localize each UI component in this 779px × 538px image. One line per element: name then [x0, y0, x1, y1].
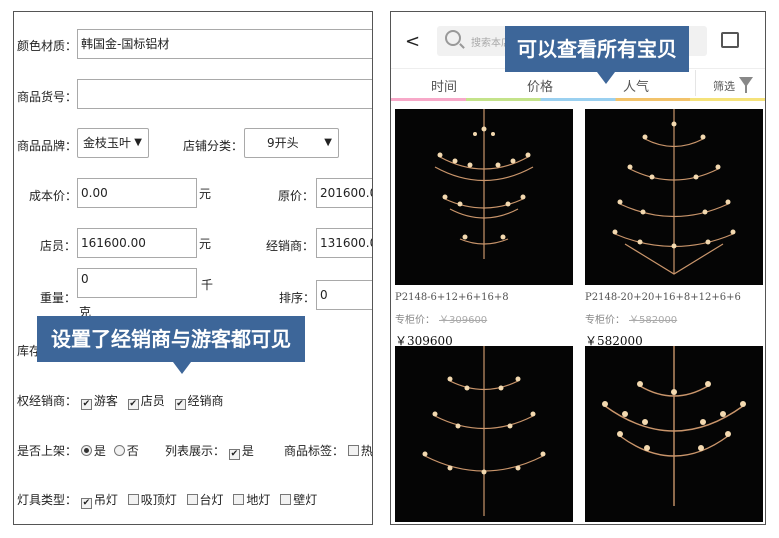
product-sku: P2148-20+20+16+8+12+6+6 — [585, 292, 741, 303]
weight-input[interactable]: 0 — [77, 268, 197, 298]
product-image[interactable] — [395, 346, 573, 522]
sort-label: 排序： — [279, 291, 316, 305]
list-display-row: 列表展示： ✔ 是 — [165, 442, 254, 460]
checkbox-unchecked-icon[interactable] — [233, 494, 245, 505]
clerk-price-input[interactable]: 161600.00 — [77, 228, 197, 258]
checkbox-checked-icon[interactable]: ✔ — [80, 399, 92, 410]
chandelier-image — [602, 346, 746, 506]
product-card[interactable]: P2148-6+12+6+16+8 专柜价： ￥309600 ￥309600 — [395, 109, 573, 349]
weight-label: 重量： — [40, 291, 77, 305]
product-tag-value: 热卖 — [360, 444, 373, 458]
product-card[interactable]: P2148-20+20+16+8+12+6+6 专柜价： ￥582000 ￥582… — [585, 109, 763, 349]
lamp-type-ceiling[interactable]: 吸顶灯 — [127, 493, 177, 507]
dealer-price-label: 经销商： — [266, 239, 315, 253]
counter-price: 专柜价： ￥309600 — [395, 315, 488, 326]
lamp-type-row: 灯具类型： ✔ 吊灯 吸顶灯 台灯 地灯 壁灯 — [17, 491, 323, 509]
permission-row: 权经销商： ✔ 游客 ✔ 店员 ✔ 经销商 — [17, 392, 230, 410]
sort-input[interactable]: 0 — [316, 280, 372, 310]
radio-unselected-icon[interactable] — [113, 445, 125, 456]
on-shelf-yes: 是 — [93, 444, 106, 458]
shop-category-select-value: 9开头 — [267, 136, 299, 150]
tab-underline — [391, 98, 765, 101]
chandelier-image — [422, 346, 546, 516]
lamp-type-floor[interactable]: 地灯 — [233, 493, 270, 507]
dealer-price-input[interactable]: 131600.00 — [316, 228, 372, 258]
cost-price-label: 成本价： — [29, 189, 78, 203]
tab-price[interactable]: 价格 — [527, 76, 553, 95]
checkbox-checked-icon[interactable]: ✔ — [80, 498, 92, 509]
dropdown-arrow-icon: ▼ — [134, 137, 142, 148]
product-edit-form: 颜色材质： 韩国金-国标铝材 商品货号： 商品品牌： 金枝玉叶 ▼ 店铺分类： … — [13, 11, 373, 525]
brand-select[interactable]: 金枝玉叶 ▼ — [77, 128, 149, 158]
on-shelf-no: 否 — [126, 444, 139, 458]
chandelier-image — [612, 109, 736, 275]
checkbox-checked-icon[interactable]: ✔ — [127, 399, 139, 410]
original-price-label: 原价： — [278, 189, 315, 203]
tab-popularity[interactable]: 人气 — [623, 76, 649, 95]
brand-label: 商品品牌： — [17, 139, 78, 153]
permission-visitor[interactable]: ✔ 游客 — [80, 394, 118, 410]
lamp-type-pendant[interactable]: ✔ 吊灯 — [80, 493, 118, 509]
callout-left: 设置了经销商与游客都可见 — [37, 316, 305, 374]
chandelier-image — [434, 109, 534, 259]
product-tag-row: 商品标签： 热卖 — [284, 442, 373, 459]
share-icon[interactable] — [721, 32, 739, 48]
back-arrow-icon[interactable]: < — [405, 31, 420, 52]
clerk-price-label: 店员： — [40, 239, 77, 253]
dropdown-arrow-icon: ▼ — [324, 137, 332, 148]
filter-icon[interactable] — [739, 77, 753, 93]
sort-tabs: 时间 价格 人气 筛选 — [391, 68, 765, 100]
product-tag-label: 商品标签： — [284, 444, 345, 458]
on-shelf-row: 是否上架： 是 否 — [17, 442, 139, 459]
callout-right: 可以查看所有宝贝 — [505, 26, 689, 84]
lamp-type-table[interactable]: 台灯 — [186, 493, 224, 507]
item-no-label: 商品货号： — [17, 90, 78, 104]
checkbox-unchecked-icon[interactable] — [280, 494, 292, 505]
color-material-label: 颜色材质： — [17, 39, 78, 53]
clerk-price-unit: 元 — [199, 237, 212, 251]
product-image[interactable] — [395, 109, 573, 285]
tab-time[interactable]: 时间 — [431, 76, 457, 95]
permission-label: 权经销商： — [17, 394, 78, 408]
radio-selected-icon[interactable] — [80, 445, 92, 456]
color-material-input[interactable]: 韩国金-国标铝材 — [77, 29, 372, 59]
callout-right-text: 可以查看所有宝贝 — [517, 37, 677, 61]
product-card[interactable] — [395, 346, 573, 522]
search-icon — [445, 30, 461, 46]
brand-select-value: 金枝玉叶 — [83, 136, 132, 150]
checkbox-checked-icon[interactable]: ✔ — [174, 399, 186, 410]
lamp-type-wall[interactable]: 壁灯 — [280, 493, 317, 507]
item-no-input[interactable] — [77, 79, 372, 109]
lamp-type-label: 灯具类型： — [17, 493, 78, 507]
permission-dealer[interactable]: ✔ 经销商 — [174, 394, 224, 410]
original-price-input[interactable]: 201600.00 — [316, 178, 372, 208]
cost-price-input[interactable]: 0.00 — [77, 178, 197, 208]
shop-category-label: 店铺分类： — [183, 139, 244, 153]
on-shelf-label: 是否上架： — [17, 444, 78, 458]
weight-unit-1: 千 — [201, 278, 214, 292]
product-image[interactable] — [585, 109, 763, 285]
shop-category-select[interactable]: 9开头 ▼ — [244, 128, 339, 158]
permission-clerk[interactable]: ✔ 店员 — [127, 394, 165, 410]
product-image[interactable] — [585, 346, 763, 522]
checkbox-checked-icon[interactable]: ✔ — [228, 449, 240, 460]
checkbox-unchecked-icon[interactable] — [347, 445, 359, 456]
checkbox-unchecked-icon[interactable] — [186, 494, 198, 505]
product-sku: P2148-6+12+6+16+8 — [395, 292, 509, 303]
callout-left-text: 设置了经销商与游客都可见 — [51, 327, 291, 351]
counter-price: 专柜价： ￥582000 — [585, 315, 678, 326]
mobile-shop-view: < 搜索本店 时间 价格 人气 筛选 P2148-6+12+6+16+8 专柜价… — [390, 11, 766, 525]
tab-filter[interactable]: 筛选 — [713, 78, 735, 94]
list-display-value: 是 — [241, 444, 254, 458]
cost-price-unit: 元 — [199, 187, 212, 201]
checkbox-unchecked-icon[interactable] — [127, 494, 139, 505]
product-card[interactable] — [585, 346, 763, 522]
list-display-label: 列表展示： — [165, 444, 226, 458]
